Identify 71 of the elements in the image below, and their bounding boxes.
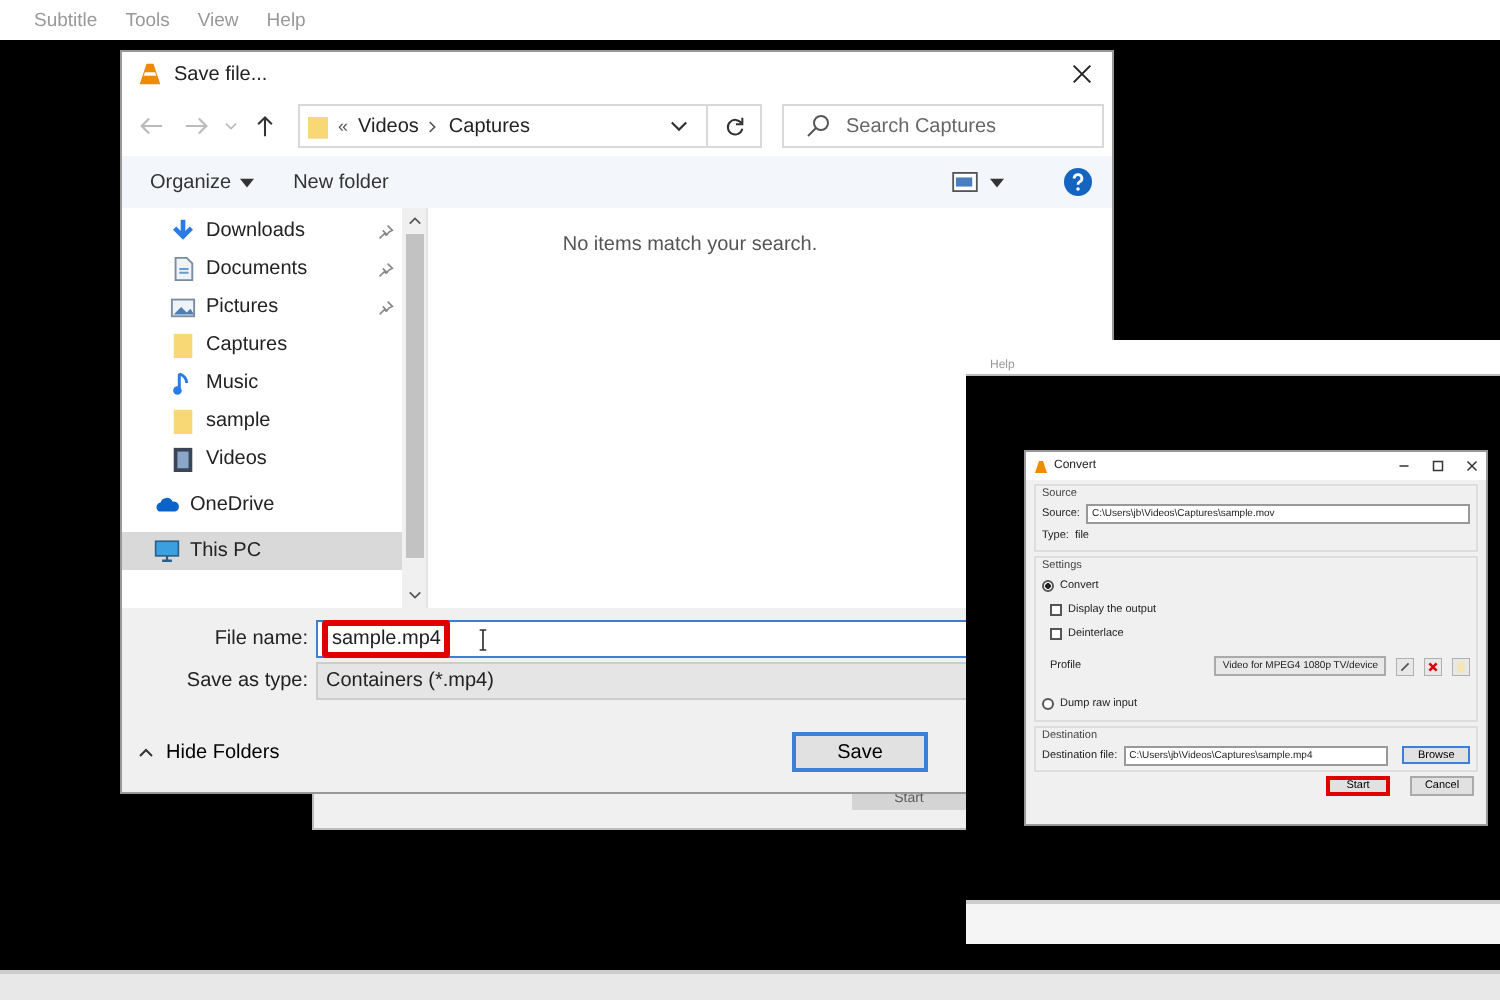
checkbox[interactable]: [1050, 604, 1062, 616]
document-icon: [170, 256, 196, 282]
folder-icon: [170, 332, 196, 358]
download-arrow-icon: [170, 218, 196, 244]
navigation-item[interactable]: Videos: [122, 440, 402, 478]
navigation-item[interactable]: sample: [122, 402, 402, 440]
pictures-icon: [170, 294, 196, 320]
delete-icon[interactable]: [1424, 657, 1442, 675]
dropdown-caret-icon[interactable]: [670, 120, 688, 132]
field-label: File name:: [212, 628, 310, 650]
navigation-item[interactable]: OneDrive: [122, 486, 402, 524]
caret-icon: [138, 747, 154, 757]
navigation-item[interactable]: Documents: [122, 250, 402, 288]
caret-icon[interactable]: [990, 177, 1004, 187]
navigation-item[interactable]: Captures: [122, 326, 402, 364]
new-folder-button[interactable]: New folder: [293, 171, 389, 193]
organize-button[interactable]: Organize: [150, 171, 254, 193]
close-icon[interactable]: [1072, 64, 1092, 84]
wrench-icon[interactable]: [1396, 657, 1414, 675]
navigation-item[interactable]: This PC: [122, 532, 402, 570]
navigation-label: sample: [206, 410, 271, 432]
scroll-up-icon[interactable]: [407, 216, 421, 226]
pin-icon: [378, 223, 394, 239]
traffic-cone-icon: [1034, 459, 1048, 473]
close-icon[interactable]: [1466, 460, 1478, 472]
scrollbar[interactable]: [402, 208, 426, 608]
maximize-icon[interactable]: [1432, 460, 1444, 472]
empty-message: No items match your search.: [562, 234, 818, 258]
navigation-label: Downloads: [206, 220, 305, 242]
hide-folders-button[interactable]: Hide Folders: [138, 741, 280, 763]
refresh-icon: [723, 115, 745, 137]
navigation-label: Documents: [206, 258, 308, 280]
navigation-item[interactable]: Downloads: [122, 212, 402, 250]
help-icon[interactable]: [1064, 168, 1092, 196]
scrollbar-thumb[interactable]: [405, 234, 423, 558]
breadcrumb-item[interactable]: Videos: [358, 115, 419, 137]
navigation-label: Captures: [206, 334, 288, 356]
minimize-icon[interactable]: [1398, 460, 1410, 472]
view-options-icon[interactable]: [952, 172, 978, 192]
address-bar[interactable]: « Videos Captures: [298, 104, 762, 148]
checkbox[interactable]: [1050, 628, 1062, 640]
navigation-label: Pictures: [206, 296, 279, 318]
folder-icon: [308, 113, 328, 139]
caret-icon: [239, 177, 254, 187]
navigation-label: OneDrive: [190, 494, 275, 516]
pin-icon: [378, 261, 394, 277]
pin-icon: [378, 299, 394, 315]
cloud-icon: [154, 492, 180, 518]
file-name-value: sample.mp4: [322, 620, 451, 658]
folder-icon: [170, 408, 196, 434]
search-field[interactable]: Search Captures: [782, 104, 1104, 148]
navigation-label: Videos: [206, 448, 267, 470]
field-label: Save as type:: [184, 670, 310, 692]
monitor-icon: [154, 538, 180, 564]
radio-button[interactable]: [1042, 698, 1054, 710]
window-title: Save file...: [174, 63, 268, 85]
navigation-item[interactable]: Music: [122, 364, 402, 402]
navigation-item[interactable]: Pictures: [122, 288, 402, 326]
search-icon: [806, 114, 830, 138]
breadcrumb-item[interactable]: Captures: [448, 115, 530, 137]
save-button[interactable]: Save: [792, 732, 928, 772]
chevron-icon: [428, 119, 439, 133]
radio-button[interactable]: [1042, 580, 1054, 592]
up-arrow-icon[interactable]: [252, 114, 278, 138]
traffic-cone-icon: [138, 62, 162, 86]
navigation-label: This PC: [190, 540, 262, 562]
navigation-label: Music: [206, 372, 259, 394]
scroll-down-icon[interactable]: [407, 590, 421, 600]
overflow-chevron[interactable]: «: [338, 116, 349, 136]
text-cursor-icon: [478, 627, 489, 651]
film-icon: [170, 446, 196, 472]
